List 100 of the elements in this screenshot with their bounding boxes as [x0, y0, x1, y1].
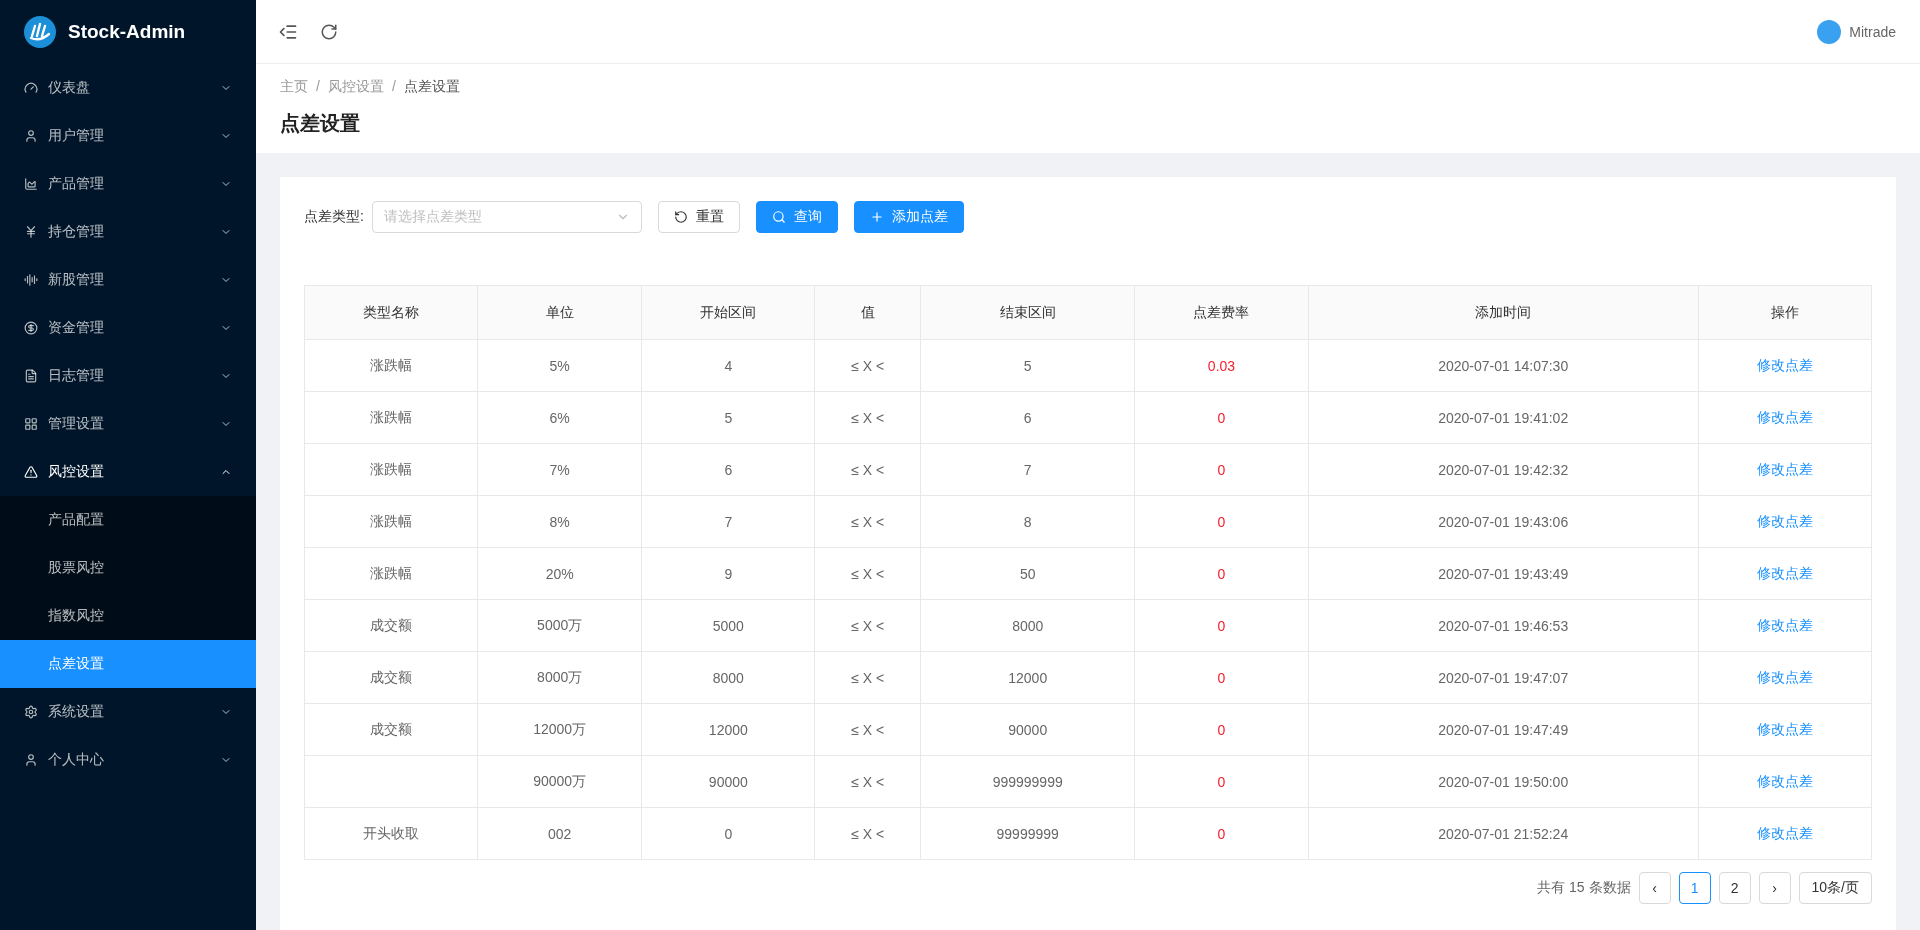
table-cell: 2020-07-01 21:52:24: [1308, 807, 1699, 860]
avatar[interactable]: [1817, 19, 1842, 44]
menu-item[interactable]: 仪表盘: [0, 64, 256, 112]
column-header: 结束区间: [920, 285, 1135, 340]
table-cell: 0: [1134, 495, 1309, 548]
table-cell: 90000: [920, 703, 1135, 756]
table-cell: 7: [641, 495, 815, 548]
table-cell: 12000: [920, 651, 1135, 704]
table-cell: ≤ X <: [814, 599, 921, 652]
table-cell: 5000万: [477, 599, 642, 652]
table-cell: 8000: [641, 651, 815, 704]
table-cell: 99999999: [920, 807, 1135, 860]
table-cell: 2020-07-01 19:42:32: [1308, 443, 1699, 496]
table-cell: 5: [641, 391, 815, 444]
table-cell: 8: [920, 495, 1135, 548]
plus-icon: [869, 210, 884, 224]
table-cell: 成交额: [304, 599, 478, 652]
page-button[interactable]: 2: [1718, 872, 1751, 904]
table-cell: 90000: [641, 755, 815, 808]
table-cell: 2020-07-01 19:47:07: [1308, 651, 1699, 704]
menu-item[interactable]: 资金管理: [0, 304, 256, 352]
total-count: 共有 15 条数据: [1537, 879, 1631, 897]
logo-icon: [24, 16, 56, 48]
bars-icon: [24, 273, 38, 287]
table-cell: 50: [920, 547, 1135, 600]
table-cell: 999999999: [920, 755, 1135, 808]
column-header: 点差费率: [1134, 285, 1309, 340]
submenu-item[interactable]: 股票风控: [0, 544, 256, 592]
table-cell: 12000万: [477, 703, 642, 756]
table-cell: ≤ X <: [814, 339, 921, 392]
table-cell: 5000: [641, 599, 815, 652]
breadcrumb-separator: /: [391, 78, 396, 96]
menu-item[interactable]: 个人中心: [0, 736, 256, 784]
table-cell: 002: [477, 807, 642, 860]
table-cell: 6: [920, 391, 1135, 444]
table-cell: 20%: [477, 547, 642, 600]
table-cell: 0: [1134, 703, 1309, 756]
table-cell: 7: [920, 443, 1135, 496]
table-cell: 5: [920, 339, 1135, 392]
menu-item[interactable]: 系统设置: [0, 688, 256, 736]
table-cell: 2020-07-01 19:46:53: [1308, 599, 1699, 652]
search-icon: [771, 210, 786, 224]
table-cell: 涨跌幅: [304, 443, 478, 496]
menu-item[interactable]: 风控设置: [0, 448, 256, 496]
menu-item[interactable]: 管理设置: [0, 400, 256, 448]
table-cell: 2020-07-01 19:41:02: [1308, 391, 1699, 444]
table-cell: 90000万: [477, 755, 642, 808]
yen-icon: [24, 225, 38, 239]
table-cell: 2020-07-01 19:47:49: [1308, 703, 1699, 756]
filter-label: 点差类型:: [304, 208, 364, 226]
grid-icon: [24, 417, 38, 431]
table-cell: 0: [641, 807, 815, 860]
document-icon: [24, 369, 38, 383]
user-icon: [24, 753, 38, 767]
table-cell: 0: [1134, 651, 1309, 704]
table-cell: ≤ X <: [814, 391, 921, 444]
table-cell: 成交额: [304, 703, 478, 756]
submenu-item[interactable]: 产品配置: [0, 496, 256, 544]
prev-page-button[interactable]: ‹: [1638, 872, 1671, 904]
menu-item[interactable]: 日志管理: [0, 352, 256, 400]
table-cell: 2020-07-01 19:50:00: [1308, 755, 1699, 808]
table-cell: 9: [641, 547, 815, 600]
breadcrumb-separator: /: [316, 78, 320, 96]
table-cell: 0: [1134, 755, 1309, 808]
gauge-icon: [24, 81, 38, 95]
refresh-icon[interactable]: [320, 22, 338, 41]
menu-item[interactable]: 产品管理: [0, 160, 256, 208]
table-cell: ≤ X <: [814, 755, 921, 808]
table-cell: ≤ X <: [814, 547, 921, 600]
area-chart-icon: [24, 177, 38, 191]
table-cell: 0: [1134, 443, 1309, 496]
table-cell: 0.03: [1134, 339, 1309, 392]
breadcrumb-item: 点差设置: [403, 78, 460, 96]
user-icon: [24, 129, 38, 143]
table-cell: ≤ X <: [814, 651, 921, 704]
menu-item[interactable]: 用户管理: [0, 112, 256, 160]
table-cell: 5%: [477, 339, 642, 392]
app-title: Stock-Admin: [68, 21, 186, 43]
table-cell: 0: [1134, 391, 1309, 444]
table-cell: ≤ X <: [814, 807, 921, 860]
table-cell: 8000万: [477, 651, 642, 704]
menu-item[interactable]: 新股管理: [0, 256, 256, 304]
table-cell: 0: [1134, 599, 1309, 652]
column-header: 操作: [1698, 285, 1872, 340]
reset-icon: [673, 210, 688, 224]
next-page-button[interactable]: ›: [1758, 872, 1791, 904]
table-cell: 0: [1134, 547, 1309, 600]
submenu-item[interactable]: 指数风控: [0, 592, 256, 640]
menu-item[interactable]: 持仓管理: [0, 208, 256, 256]
warning-icon: [24, 465, 38, 479]
table-cell: ≤ X <: [814, 703, 921, 756]
table-cell: 涨跌幅: [304, 547, 478, 600]
column-header: 开始区间: [641, 285, 815, 340]
page-size-select[interactable]: 10条/页: [1798, 872, 1872, 904]
page-title: 点差设置: [280, 111, 361, 136]
table-cell: 4: [641, 339, 815, 392]
reset-button[interactable]: 重置: [657, 201, 740, 233]
table-cell: 8000: [920, 599, 1135, 652]
user-name[interactable]: Mitrade: [1849, 23, 1896, 40]
table-cell: 8%: [477, 495, 642, 548]
